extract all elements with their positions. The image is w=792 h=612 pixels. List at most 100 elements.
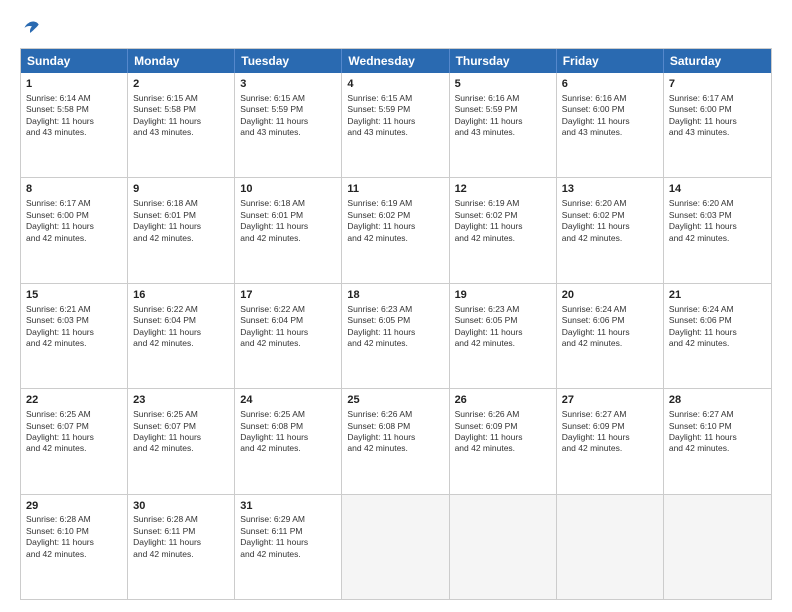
day-header-monday: Monday (128, 49, 235, 73)
logo-bird-icon (22, 18, 42, 38)
calendar-cell: 23Sunrise: 6:25 AM Sunset: 6:07 PM Dayli… (128, 389, 235, 493)
cell-sun-info: Sunrise: 6:22 AM Sunset: 6:04 PM Dayligh… (133, 304, 229, 350)
calendar-cell: 22Sunrise: 6:25 AM Sunset: 6:07 PM Dayli… (21, 389, 128, 493)
calendar-cell (450, 495, 557, 599)
day-number: 30 (133, 499, 229, 514)
day-number: 10 (240, 182, 336, 197)
cell-sun-info: Sunrise: 6:28 AM Sunset: 6:10 PM Dayligh… (26, 514, 122, 560)
day-number: 13 (562, 182, 658, 197)
calendar-cell: 16Sunrise: 6:22 AM Sunset: 6:04 PM Dayli… (128, 284, 235, 388)
page: SundayMondayTuesdayWednesdayThursdayFrid… (0, 0, 792, 612)
day-header-sunday: Sunday (21, 49, 128, 73)
header (20, 18, 772, 38)
calendar: SundayMondayTuesdayWednesdayThursdayFrid… (20, 48, 772, 600)
calendar-cell: 28Sunrise: 6:27 AM Sunset: 6:10 PM Dayli… (664, 389, 771, 493)
cell-sun-info: Sunrise: 6:23 AM Sunset: 6:05 PM Dayligh… (455, 304, 551, 350)
cell-sun-info: Sunrise: 6:15 AM Sunset: 5:59 PM Dayligh… (240, 93, 336, 139)
day-number: 12 (455, 182, 551, 197)
calendar-cell: 2Sunrise: 6:15 AM Sunset: 5:58 PM Daylig… (128, 73, 235, 177)
cell-sun-info: Sunrise: 6:26 AM Sunset: 6:08 PM Dayligh… (347, 409, 443, 455)
calendar-cell: 6Sunrise: 6:16 AM Sunset: 6:00 PM Daylig… (557, 73, 664, 177)
calendar-cell (664, 495, 771, 599)
calendar-cell: 24Sunrise: 6:25 AM Sunset: 6:08 PM Dayli… (235, 389, 342, 493)
day-number: 1 (26, 77, 122, 92)
calendar-cell: 25Sunrise: 6:26 AM Sunset: 6:08 PM Dayli… (342, 389, 449, 493)
cell-sun-info: Sunrise: 6:15 AM Sunset: 5:59 PM Dayligh… (347, 93, 443, 139)
cell-sun-info: Sunrise: 6:16 AM Sunset: 6:00 PM Dayligh… (562, 93, 658, 139)
calendar-cell: 29Sunrise: 6:28 AM Sunset: 6:10 PM Dayli… (21, 495, 128, 599)
day-number: 19 (455, 288, 551, 303)
calendar-cell: 20Sunrise: 6:24 AM Sunset: 6:06 PM Dayli… (557, 284, 664, 388)
day-number: 20 (562, 288, 658, 303)
day-number: 27 (562, 393, 658, 408)
calendar-header: SundayMondayTuesdayWednesdayThursdayFrid… (21, 49, 771, 73)
calendar-body: 1Sunrise: 6:14 AM Sunset: 5:58 PM Daylig… (21, 73, 771, 599)
cell-sun-info: Sunrise: 6:26 AM Sunset: 6:09 PM Dayligh… (455, 409, 551, 455)
calendar-cell: 8Sunrise: 6:17 AM Sunset: 6:00 PM Daylig… (21, 178, 128, 282)
calendar-cell: 18Sunrise: 6:23 AM Sunset: 6:05 PM Dayli… (342, 284, 449, 388)
calendar-cell: 13Sunrise: 6:20 AM Sunset: 6:02 PM Dayli… (557, 178, 664, 282)
cell-sun-info: Sunrise: 6:25 AM Sunset: 6:08 PM Dayligh… (240, 409, 336, 455)
day-number: 14 (669, 182, 766, 197)
cell-sun-info: Sunrise: 6:14 AM Sunset: 5:58 PM Dayligh… (26, 93, 122, 139)
day-number: 4 (347, 77, 443, 92)
calendar-cell: 10Sunrise: 6:18 AM Sunset: 6:01 PM Dayli… (235, 178, 342, 282)
day-number: 6 (562, 77, 658, 92)
calendar-cell: 30Sunrise: 6:28 AM Sunset: 6:11 PM Dayli… (128, 495, 235, 599)
calendar-cell (342, 495, 449, 599)
day-number: 21 (669, 288, 766, 303)
cell-sun-info: Sunrise: 6:19 AM Sunset: 6:02 PM Dayligh… (347, 198, 443, 244)
cell-sun-info: Sunrise: 6:24 AM Sunset: 6:06 PM Dayligh… (669, 304, 766, 350)
day-header-friday: Friday (557, 49, 664, 73)
calendar-cell: 12Sunrise: 6:19 AM Sunset: 6:02 PM Dayli… (450, 178, 557, 282)
calendar-week-1: 1Sunrise: 6:14 AM Sunset: 5:58 PM Daylig… (21, 73, 771, 178)
calendar-cell: 7Sunrise: 6:17 AM Sunset: 6:00 PM Daylig… (664, 73, 771, 177)
day-header-saturday: Saturday (664, 49, 771, 73)
cell-sun-info: Sunrise: 6:18 AM Sunset: 6:01 PM Dayligh… (133, 198, 229, 244)
day-header-wednesday: Wednesday (342, 49, 449, 73)
day-number: 17 (240, 288, 336, 303)
day-number: 2 (133, 77, 229, 92)
day-number: 28 (669, 393, 766, 408)
cell-sun-info: Sunrise: 6:23 AM Sunset: 6:05 PM Dayligh… (347, 304, 443, 350)
cell-sun-info: Sunrise: 6:17 AM Sunset: 6:00 PM Dayligh… (669, 93, 766, 139)
cell-sun-info: Sunrise: 6:16 AM Sunset: 5:59 PM Dayligh… (455, 93, 551, 139)
day-number: 26 (455, 393, 551, 408)
calendar-cell: 17Sunrise: 6:22 AM Sunset: 6:04 PM Dayli… (235, 284, 342, 388)
cell-sun-info: Sunrise: 6:19 AM Sunset: 6:02 PM Dayligh… (455, 198, 551, 244)
day-header-tuesday: Tuesday (235, 49, 342, 73)
calendar-cell: 5Sunrise: 6:16 AM Sunset: 5:59 PM Daylig… (450, 73, 557, 177)
calendar-week-2: 8Sunrise: 6:17 AM Sunset: 6:00 PM Daylig… (21, 178, 771, 283)
cell-sun-info: Sunrise: 6:22 AM Sunset: 6:04 PM Dayligh… (240, 304, 336, 350)
cell-sun-info: Sunrise: 6:21 AM Sunset: 6:03 PM Dayligh… (26, 304, 122, 350)
calendar-cell: 31Sunrise: 6:29 AM Sunset: 6:11 PM Dayli… (235, 495, 342, 599)
day-header-thursday: Thursday (450, 49, 557, 73)
day-number: 23 (133, 393, 229, 408)
calendar-cell: 27Sunrise: 6:27 AM Sunset: 6:09 PM Dayli… (557, 389, 664, 493)
calendar-week-4: 22Sunrise: 6:25 AM Sunset: 6:07 PM Dayli… (21, 389, 771, 494)
day-number: 22 (26, 393, 122, 408)
calendar-cell: 9Sunrise: 6:18 AM Sunset: 6:01 PM Daylig… (128, 178, 235, 282)
calendar-cell: 26Sunrise: 6:26 AM Sunset: 6:09 PM Dayli… (450, 389, 557, 493)
day-number: 25 (347, 393, 443, 408)
day-number: 24 (240, 393, 336, 408)
day-number: 29 (26, 499, 122, 514)
day-number: 3 (240, 77, 336, 92)
cell-sun-info: Sunrise: 6:17 AM Sunset: 6:00 PM Dayligh… (26, 198, 122, 244)
calendar-cell: 1Sunrise: 6:14 AM Sunset: 5:58 PM Daylig… (21, 73, 128, 177)
calendar-cell: 4Sunrise: 6:15 AM Sunset: 5:59 PM Daylig… (342, 73, 449, 177)
cell-sun-info: Sunrise: 6:15 AM Sunset: 5:58 PM Dayligh… (133, 93, 229, 139)
logo (20, 18, 42, 38)
calendar-cell: 3Sunrise: 6:15 AM Sunset: 5:59 PM Daylig… (235, 73, 342, 177)
cell-sun-info: Sunrise: 6:28 AM Sunset: 6:11 PM Dayligh… (133, 514, 229, 560)
calendar-cell: 21Sunrise: 6:24 AM Sunset: 6:06 PM Dayli… (664, 284, 771, 388)
day-number: 11 (347, 182, 443, 197)
calendar-cell (557, 495, 664, 599)
cell-sun-info: Sunrise: 6:20 AM Sunset: 6:03 PM Dayligh… (669, 198, 766, 244)
calendar-cell: 15Sunrise: 6:21 AM Sunset: 6:03 PM Dayli… (21, 284, 128, 388)
cell-sun-info: Sunrise: 6:20 AM Sunset: 6:02 PM Dayligh… (562, 198, 658, 244)
calendar-cell: 14Sunrise: 6:20 AM Sunset: 6:03 PM Dayli… (664, 178, 771, 282)
cell-sun-info: Sunrise: 6:27 AM Sunset: 6:10 PM Dayligh… (669, 409, 766, 455)
cell-sun-info: Sunrise: 6:24 AM Sunset: 6:06 PM Dayligh… (562, 304, 658, 350)
calendar-cell: 19Sunrise: 6:23 AM Sunset: 6:05 PM Dayli… (450, 284, 557, 388)
